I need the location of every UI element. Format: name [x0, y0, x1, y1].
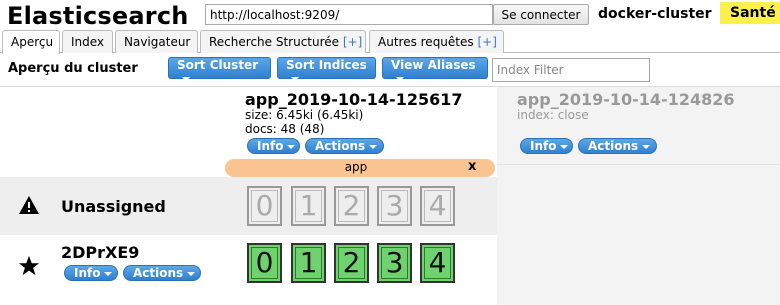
tab-index[interactable]: Index	[62, 30, 113, 53]
shard-number: 1	[299, 189, 318, 222]
caret-down-icon	[104, 271, 113, 276]
index-info-button[interactable]: Info	[247, 138, 300, 154]
button-label: Sort Cluster	[177, 58, 259, 72]
tab-plus: [+]	[477, 35, 497, 49]
cluster-health-badge: Santé	[720, 2, 780, 24]
overview-title: Aperçu du cluster	[8, 61, 138, 76]
tab-label: Index	[71, 35, 105, 49]
caret-down-icon	[287, 144, 296, 149]
index-actions-button[interactable]: Actions	[305, 138, 384, 154]
tab-plus: [+]	[342, 35, 363, 49]
cluster-url-input[interactable]	[205, 4, 493, 25]
shard-number: 3	[385, 189, 404, 222]
shard-unassigned[interactable]: 3	[377, 186, 412, 226]
shard-unassigned[interactable]: 0	[247, 186, 282, 226]
tab-bar: Aperçu Index Navigateur Recherche Struct…	[0, 28, 780, 54]
shard-number: 2	[342, 189, 361, 222]
node-row: 2DPrXE9 Info Actions 0 1 2 3 4	[0, 235, 497, 305]
tab-label: Autres requêtes	[378, 35, 474, 49]
shard-number: 3	[385, 246, 404, 279]
shard-started[interactable]: 4	[420, 243, 455, 283]
index-size: size: 6.45ki (6.45ki)	[245, 108, 364, 122]
node-name: 2DPrXE9	[61, 243, 140, 262]
tab-label: Recherche Structurée	[209, 35, 340, 49]
node-info-button[interactable]: Info	[64, 265, 118, 281]
view-aliases-button[interactable]: View Aliases	[382, 57, 488, 82]
shard-number: 2	[342, 246, 361, 279]
remove-alias-button[interactable]: x	[468, 159, 476, 174]
shard-started[interactable]: 3	[377, 243, 412, 283]
index-name-open: app_2019-10-14-125617	[245, 90, 463, 109]
shard-number: 0	[255, 246, 274, 279]
alias-bar: app x	[225, 159, 495, 177]
node-actions-button[interactable]: Actions	[123, 265, 201, 281]
shard-started[interactable]: 2	[334, 243, 369, 283]
button-label: Actions	[133, 266, 184, 280]
shard-number: 4	[428, 189, 447, 222]
index-docs: docs: 48 (48)	[245, 122, 325, 136]
caret-down-icon	[369, 144, 378, 149]
shard-unassigned[interactable]: 2	[334, 186, 369, 226]
caret-down-icon	[560, 144, 569, 149]
button-label: Sort Indices	[286, 58, 367, 72]
caret-down-icon	[182, 77, 190, 82]
button-label: Info	[530, 139, 557, 153]
sort-cluster-button[interactable]: Sort Cluster	[168, 57, 271, 82]
unassigned-row: Unassigned 0 1 2 3 4	[0, 177, 497, 235]
shard-unassigned[interactable]: 1	[291, 186, 326, 226]
shard-started[interactable]: 1	[291, 243, 326, 283]
button-label: Info	[74, 266, 101, 280]
index-status: index: close	[517, 108, 589, 122]
shard-number: 0	[255, 189, 274, 222]
caret-down-icon	[396, 77, 404, 82]
sort-indices-button[interactable]: Sort Indices	[277, 57, 376, 82]
shard-started[interactable]: 0	[247, 243, 282, 283]
star-icon	[18, 255, 40, 276]
tab-structured-query[interactable]: Recherche Structurée [+]	[200, 30, 366, 53]
button-label: View Aliases	[391, 58, 476, 72]
divider	[497, 164, 780, 165]
cluster-name: docker-cluster	[598, 6, 712, 22]
tab-browser[interactable]: Navigateur	[115, 30, 198, 53]
button-label: Actions	[315, 139, 366, 153]
index-name-closed: app_2019-10-14-124826	[517, 90, 735, 109]
shard-number: 4	[428, 246, 447, 279]
warning-icon	[19, 196, 39, 214]
tab-overview[interactable]: Aperçu	[2, 30, 60, 54]
index-actions-button[interactable]: Actions	[578, 138, 657, 154]
caret-down-icon	[642, 144, 651, 149]
shard-unassigned[interactable]: 4	[420, 186, 455, 226]
button-label: Info	[257, 139, 284, 153]
alias-name: app	[344, 160, 368, 174]
tab-other-requests[interactable]: Autres requêtes [+]	[369, 30, 504, 53]
button-label: Actions	[588, 139, 639, 153]
shard-number: 1	[299, 246, 318, 279]
caret-down-icon	[291, 77, 299, 82]
unassigned-label: Unassigned	[61, 197, 166, 216]
index-filter-input[interactable]	[492, 58, 650, 82]
connect-button[interactable]: Se connecter	[493, 4, 589, 25]
app-title: Elasticsearch	[7, 2, 189, 30]
tab-label: Navigateur	[124, 35, 191, 49]
tab-label: Aperçu	[11, 35, 54, 49]
caret-down-icon	[187, 271, 196, 276]
index-info-button[interactable]: Info	[520, 138, 573, 154]
